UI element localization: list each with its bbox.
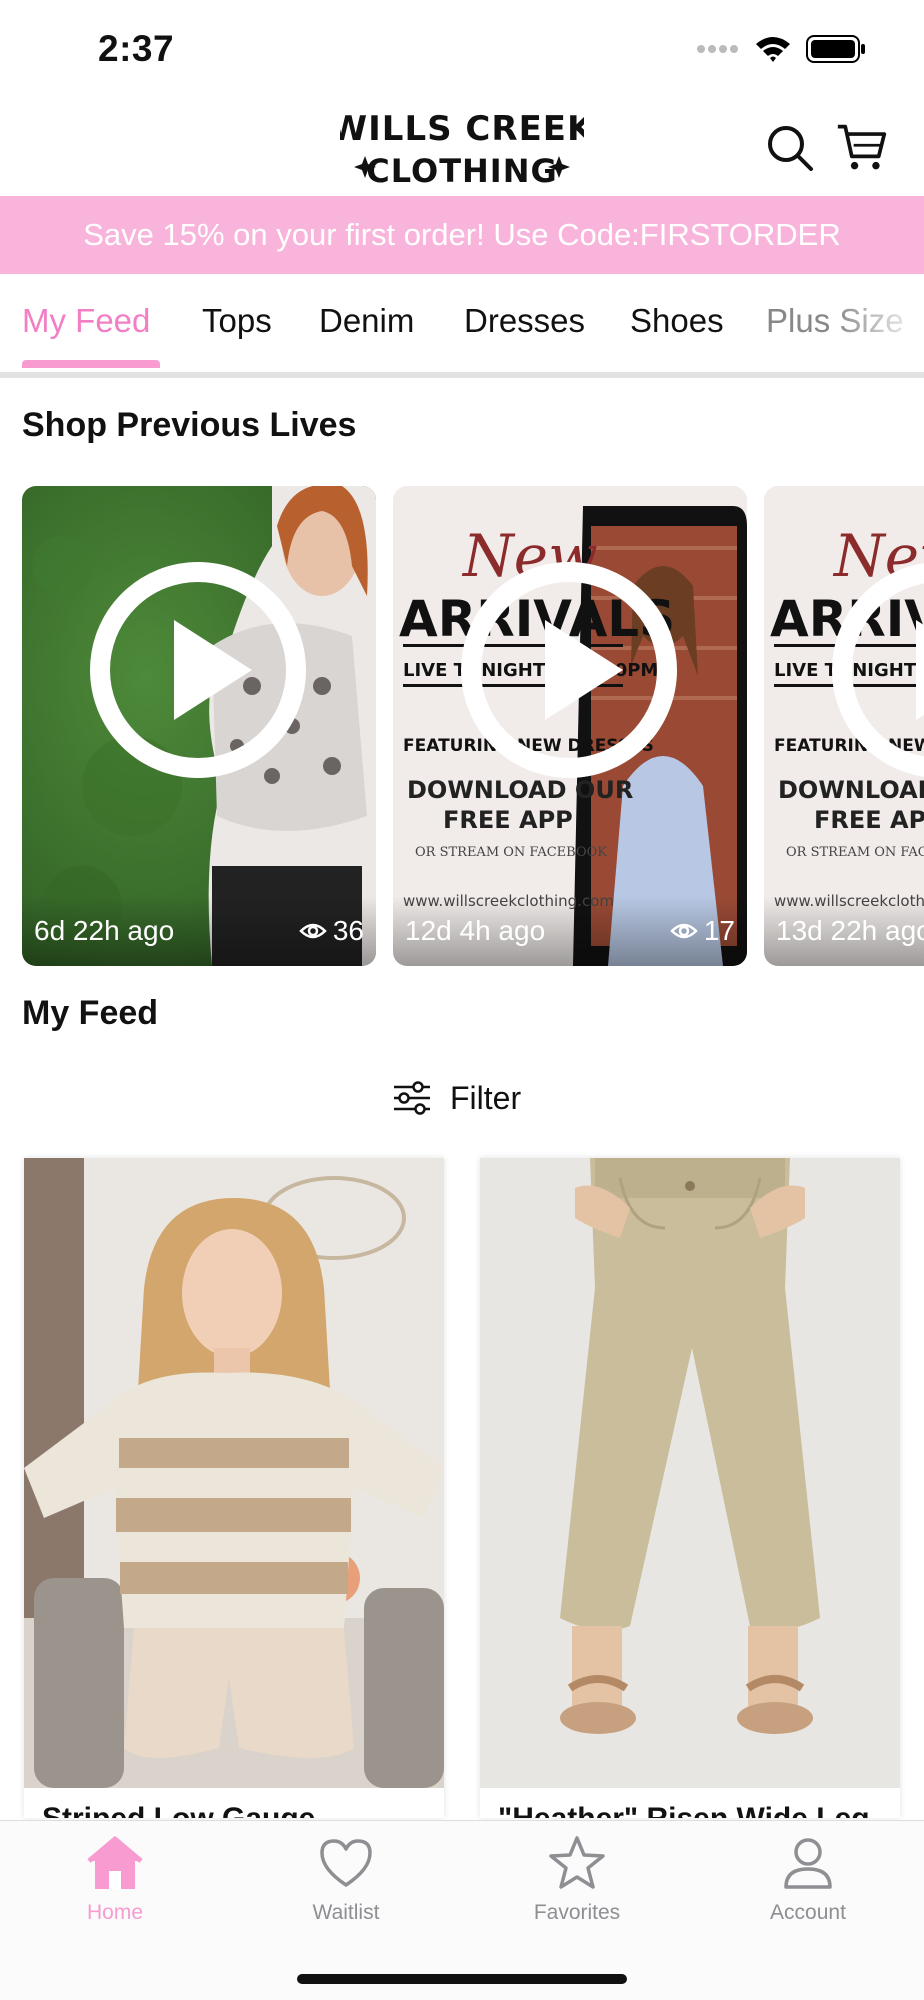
home-icon bbox=[87, 1836, 143, 1889]
tab-my-feed[interactable]: My Feed bbox=[22, 302, 150, 340]
live-meta: 12d 4h ago 17 bbox=[393, 896, 747, 966]
live-meta: 13d 22h ago bbox=[764, 896, 924, 966]
star-icon bbox=[549, 1836, 605, 1889]
tabbar-waitlist[interactable]: Waitlist bbox=[266, 1835, 426, 1945]
tab-denim[interactable]: Denim bbox=[319, 302, 414, 340]
search-icon bbox=[768, 126, 813, 171]
status-icons bbox=[696, 34, 866, 64]
tabbar-label: Favorites bbox=[533, 1901, 621, 1924]
tabbar-account[interactable]: Account bbox=[728, 1835, 888, 1945]
svg-text:CLOTHING: CLOTHING bbox=[366, 152, 558, 190]
svg-text:FREE APP: FREE APP bbox=[443, 806, 573, 834]
person-icon bbox=[784, 1838, 832, 1889]
live-view-count: 17 bbox=[703, 915, 735, 946]
filter-label: Filter bbox=[450, 1079, 522, 1116]
live-card[interactable]: New ARRIVALS LIVE TONIGHT AT 7:30PM FEAT… bbox=[764, 486, 924, 966]
wifi-icon bbox=[756, 37, 790, 62]
live-card[interactable]: New ARRIVALS LIVE TONIGHT AT 7:30PM FEAT… bbox=[393, 486, 747, 966]
signal-icon bbox=[697, 45, 738, 53]
brand-logo[interactable]: WILLS CREEK CLOTHING bbox=[340, 104, 584, 192]
lives-carousel[interactable]: 6d 22h ago 36 New ARRIVALS LIVE TONIGHT … bbox=[0, 486, 924, 966]
product-image bbox=[480, 1158, 900, 1788]
cart-button[interactable] bbox=[836, 122, 888, 174]
live-view-count: 36 bbox=[332, 915, 364, 946]
live-meta: 6d 22h ago 36 bbox=[22, 896, 376, 966]
feed-section-title: My Feed bbox=[22, 994, 159, 1032]
tabs-fade bbox=[834, 274, 924, 374]
tabs-divider bbox=[0, 372, 924, 378]
tabbar-label: Home bbox=[86, 1901, 144, 1924]
lives-section-title: Shop Previous Lives bbox=[22, 406, 357, 444]
live-views: 17 bbox=[670, 915, 735, 947]
product-title: Striped Low Gauge bbox=[42, 1802, 315, 1818]
tabbar-home[interactable]: Home bbox=[35, 1835, 195, 1945]
promo-banner[interactable]: Save 15% on your first order! Use Code:F… bbox=[0, 196, 924, 274]
product-title: "Heather" Risen Wide Leg bbox=[498, 1802, 870, 1818]
home-indicator bbox=[297, 1974, 627, 1984]
tabbar-label: Waitlist bbox=[312, 1901, 380, 1924]
bottom-tab-bar: Home Waitlist Favorites Account bbox=[0, 1820, 924, 2000]
live-age: 12d 4h ago bbox=[405, 915, 546, 946]
live-views: 36 bbox=[299, 915, 364, 947]
tab-shoes[interactable]: Shoes bbox=[630, 302, 724, 340]
tabbar-favorites[interactable]: Favorites bbox=[497, 1835, 657, 1945]
cart-icon bbox=[837, 124, 887, 170]
tab-tops[interactable]: Tops bbox=[202, 302, 272, 340]
promo-text: Save 15% on your first order! Use Code:F… bbox=[83, 217, 841, 252]
filter-sliders-icon bbox=[394, 1081, 430, 1115]
status-bar: 2:37 bbox=[0, 0, 924, 100]
svg-text:FREE APP: FREE APP bbox=[814, 806, 924, 834]
status-time: 2:37 bbox=[98, 28, 175, 69]
live-age: 6d 22h ago bbox=[34, 915, 175, 946]
svg-text:WILLS CREEK: WILLS CREEK bbox=[340, 109, 584, 149]
svg-text:OR STREAM ON FACEBOOK: OR STREAM ON FACEBOOK bbox=[786, 845, 924, 860]
svg-text:DOWNLOAD OUR: DOWNLOAD OUR bbox=[407, 776, 633, 804]
eye-icon bbox=[670, 923, 698, 939]
product-card[interactable]: "Heather" Risen Wide Leg bbox=[480, 1158, 900, 1818]
tabbar-label: Account bbox=[770, 1901, 846, 1924]
play-button[interactable] bbox=[461, 562, 677, 778]
svg-text:DOWNLOAD OUR: DOWNLOAD OUR bbox=[778, 776, 924, 804]
product-card[interactable]: Striped Low Gauge bbox=[24, 1158, 444, 1818]
tab-dresses[interactable]: Dresses bbox=[464, 302, 585, 340]
live-card[interactable]: 6d 22h ago 36 bbox=[22, 486, 376, 966]
search-button[interactable] bbox=[764, 122, 816, 174]
play-button[interactable] bbox=[90, 562, 306, 778]
eye-icon bbox=[299, 923, 327, 939]
heart-icon bbox=[320, 1839, 372, 1887]
active-tab-indicator bbox=[22, 360, 160, 368]
svg-text:OR STREAM ON FACEBOOK: OR STREAM ON FACEBOOK bbox=[415, 845, 607, 860]
category-tabs: My Feed Tops Denim Dresses Shoes Plus Si… bbox=[0, 274, 924, 374]
header: WILLS CREEK CLOTHING bbox=[0, 100, 924, 196]
live-age: 13d 22h ago bbox=[776, 915, 924, 946]
product-image bbox=[24, 1158, 444, 1788]
battery-icon bbox=[806, 35, 865, 63]
filter-button[interactable]: Filter bbox=[392, 1074, 521, 1122]
